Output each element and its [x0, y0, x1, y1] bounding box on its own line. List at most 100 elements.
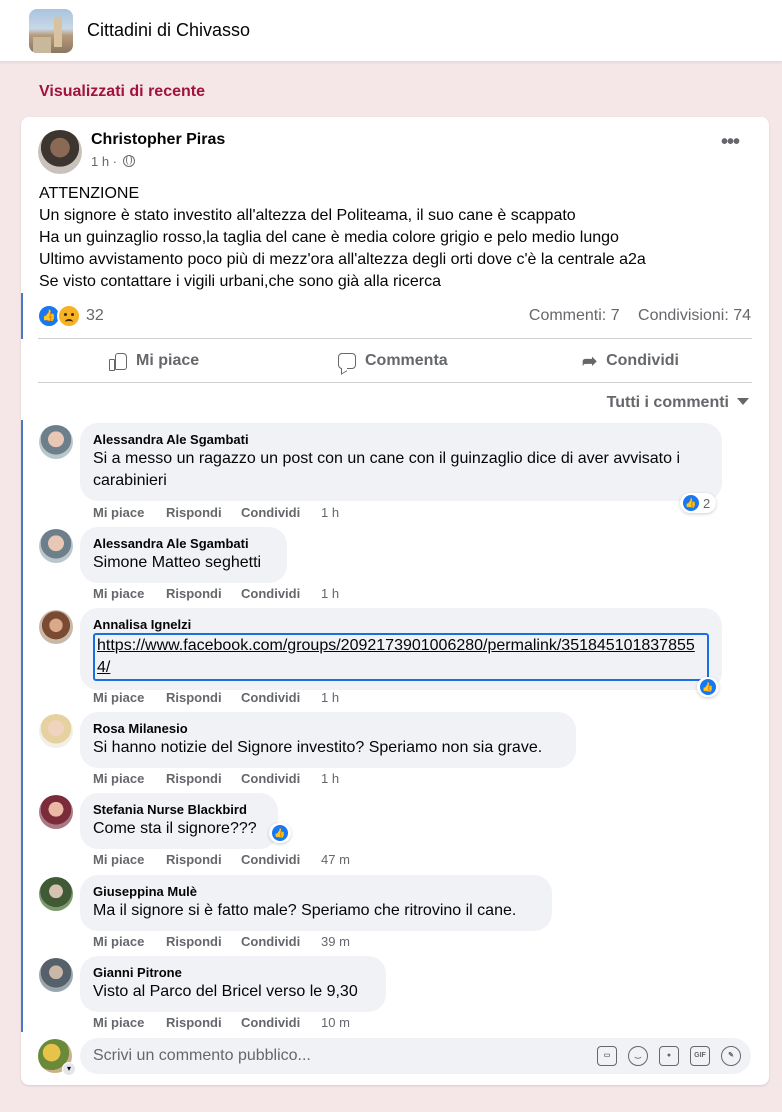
comment-filter[interactable]: Tutti i commenti	[607, 394, 749, 412]
comment-actions: Mi piace Rispondi Condividi 1 h	[93, 505, 339, 520]
comment-reactions[interactable]: 👍	[697, 677, 719, 697]
avatar[interactable]	[39, 877, 73, 911]
post-stats: Commenti: 7 Condivisioni: 74	[529, 307, 751, 325]
post-time[interactable]: 1 h ·	[91, 154, 117, 169]
comment-share-link[interactable]: Condividi	[241, 771, 321, 786]
author-name[interactable]: Christopher Piras	[91, 131, 225, 149]
comment-author[interactable]: Alessandra Ale Sgambati	[93, 535, 274, 552]
shares-count[interactable]: Condivisioni: 74	[638, 307, 751, 324]
comment-reactions[interactable]: 👍 2	[680, 493, 717, 513]
divider	[38, 382, 752, 383]
comment-reactions[interactable]: 👍	[269, 823, 291, 843]
comment-author[interactable]: Annalisa Ignelzi	[93, 616, 709, 633]
like-reaction-icon: 👍	[683, 495, 699, 511]
comment-actions: Mi piace Rispondi Condividi 39 m	[93, 934, 350, 949]
permalink-link[interactable]: https://www.facebook.com/groups/20921739…	[93, 633, 709, 681]
comment-reply-link[interactable]: Rispondi	[166, 771, 241, 786]
share-icon: ➦	[582, 351, 598, 371]
avatar-sticker-icon[interactable]: ✎	[721, 1046, 741, 1066]
more-icon[interactable]: •••	[721, 132, 741, 157]
comment-share-link[interactable]: Condividi	[241, 934, 321, 949]
like-button[interactable]: Mi piace	[109, 347, 199, 375]
comment-bubble: Alessandra Ale Sgambati Simone Matteo se…	[80, 527, 287, 583]
comment-text: Si a messo un ragazzo un post con un can…	[93, 450, 681, 489]
reaction-count: 32	[86, 307, 104, 324]
comment-time[interactable]: 47 m	[321, 852, 350, 867]
camera-icon[interactable]: ●	[659, 1046, 679, 1066]
comment-text: Si hanno notizie del Signore investito? …	[93, 739, 543, 756]
comment-reply-link[interactable]: Rispondi	[166, 505, 241, 520]
comment-share-link[interactable]: Condividi	[241, 505, 321, 520]
comment-time[interactable]: 10 m	[321, 1015, 350, 1030]
accent-bar	[21, 293, 23, 339]
like-icon	[109, 352, 127, 371]
avatar[interactable]	[39, 958, 73, 992]
comment-author[interactable]: Giuseppina Mulè	[93, 883, 539, 900]
comment-share-link[interactable]: Condividi	[241, 852, 321, 867]
chevron-down-icon[interactable]: ▾	[62, 1062, 76, 1076]
comment-like-link[interactable]: Mi piace	[93, 690, 166, 705]
comment-actions: Mi piace Rispondi Condividi 47 m	[93, 852, 350, 867]
comment-bubble: Giuseppina Mulè Ma il signore si è fatto…	[80, 875, 552, 931]
group-thumbnail[interactable]	[29, 9, 73, 53]
avatar[interactable]	[39, 795, 73, 829]
author-avatar[interactable]	[38, 130, 82, 174]
accent-bar	[21, 420, 23, 1032]
post-meta: 1 h ·	[91, 154, 135, 169]
comment-actions: Mi piace Rispondi Condividi 1 h	[93, 586, 339, 601]
comment-time[interactable]: 1 h	[321, 586, 339, 601]
comment-reply-link[interactable]: Rispondi	[166, 852, 241, 867]
comment-placeholder: Scrivi un commento pubblico...	[93, 1047, 311, 1064]
comment-time[interactable]: 1 h	[321, 690, 339, 705]
post-line: Un signore è stato investito all'altezza…	[39, 207, 576, 224]
comment-share-link[interactable]: Condividi	[241, 690, 321, 705]
comment-actions: Mi piace Rispondi Condividi 10 m	[93, 1015, 350, 1030]
post-body: ATTENZIONE Un signore è stato investito …	[39, 183, 754, 293]
comment-like-link[interactable]: Mi piace	[93, 1015, 166, 1030]
like-label: Mi piace	[136, 352, 200, 369]
avatar[interactable]	[39, 610, 73, 644]
comment-reply-link[interactable]: Rispondi	[166, 934, 241, 949]
group-name[interactable]: Cittadini di Chivasso	[87, 20, 250, 41]
share-label: Condividi	[606, 352, 679, 369]
comment-button[interactable]: Commenta	[338, 347, 448, 375]
comments-count[interactable]: Commenti: 7	[529, 307, 620, 324]
post-line: Ultimo avvistamento poco più di mezz'ora…	[39, 251, 646, 268]
comment-author[interactable]: Stefania Nurse Blackbird	[93, 801, 265, 818]
comment-like-link[interactable]: Mi piace	[93, 771, 166, 786]
comment-like-link[interactable]: Mi piace	[93, 934, 166, 949]
comment-share-link[interactable]: Condividi	[241, 586, 321, 601]
comment-like-link[interactable]: Mi piace	[93, 852, 166, 867]
comment-bubble: Annalisa Ignelzi https://www.facebook.co…	[80, 608, 722, 690]
comment-input[interactable]: Scrivi un commento pubblico... ▭ ‿ ● GIF…	[80, 1038, 751, 1074]
comment-time[interactable]: 1 h	[321, 505, 339, 520]
share-button[interactable]: ➦ Condividi	[582, 347, 679, 375]
comment-reply-link[interactable]: Rispondi	[166, 586, 241, 601]
sticker-icon[interactable]: ▭	[597, 1046, 617, 1066]
comment-author[interactable]: Gianni Pitrone	[93, 964, 373, 981]
comment-bubble: Gianni Pitrone Visto al Parco del Bricel…	[80, 956, 386, 1012]
group-header: Cittadini di Chivasso	[0, 0, 782, 62]
post-line: Ha un guinzaglio rosso,la taglia del can…	[39, 229, 619, 246]
post-line: ATTENZIONE	[39, 185, 140, 202]
comment-label: Commenta	[365, 352, 448, 369]
comment-text: Simone Matteo seghetti	[93, 554, 262, 571]
comment-icon	[338, 353, 356, 369]
post-card: Christopher Piras 1 h · ••• ATTENZIONE U…	[21, 117, 769, 1085]
comment-actions: Mi piace Rispondi Condividi 1 h	[93, 690, 339, 705]
emoji-icon[interactable]: ‿	[628, 1046, 648, 1066]
comment-share-link[interactable]: Condividi	[241, 1015, 321, 1030]
comment-like-link[interactable]: Mi piace	[93, 505, 166, 520]
avatar[interactable]	[39, 529, 73, 563]
gif-icon[interactable]: GIF	[690, 1046, 710, 1066]
avatar[interactable]	[39, 425, 73, 459]
comment-reply-link[interactable]: Rispondi	[166, 1015, 241, 1030]
comment-like-link[interactable]: Mi piace	[93, 586, 166, 601]
comment-author[interactable]: Alessandra Ale Sgambati	[93, 431, 709, 448]
sad-reaction-icon	[57, 304, 81, 328]
avatar[interactable]	[39, 714, 73, 748]
comment-time[interactable]: 1 h	[321, 771, 339, 786]
comment-time[interactable]: 39 m	[321, 934, 350, 949]
comment-author[interactable]: Rosa Milanesio	[93, 720, 563, 737]
comment-reply-link[interactable]: Rispondi	[166, 690, 241, 705]
